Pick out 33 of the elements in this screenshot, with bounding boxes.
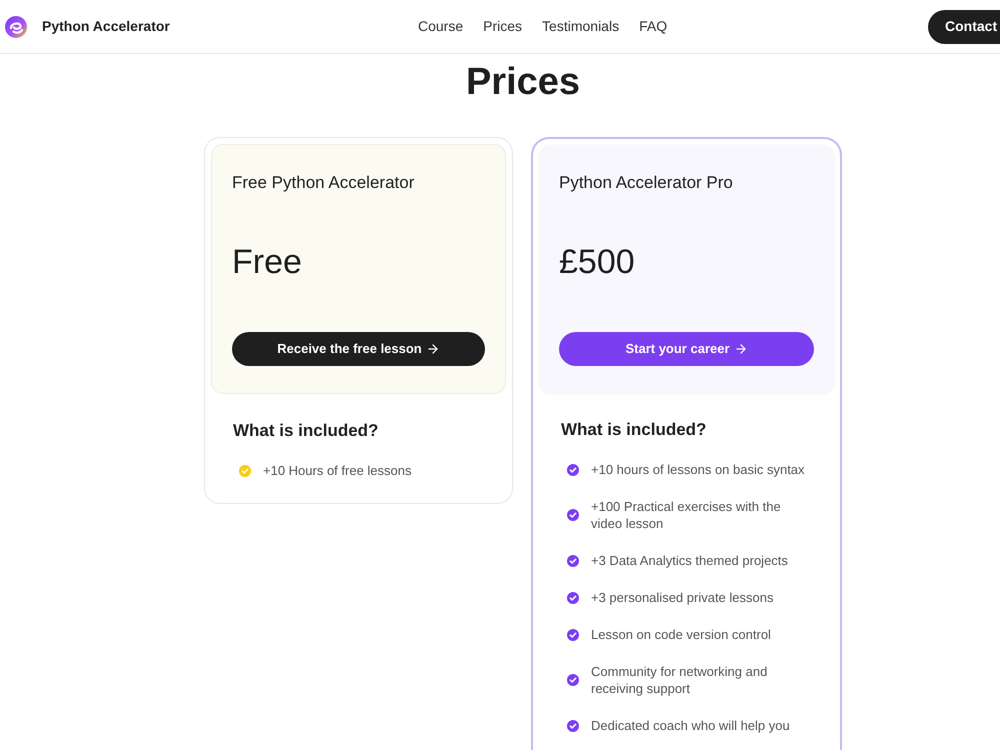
- included-heading: What is included?: [233, 420, 380, 442]
- feature-text: +10 Hours of free lessons: [263, 462, 412, 479]
- feature-text: +100 Practical exercises with the video lesson: [591, 498, 782, 532]
- nav-link[interactable]: Course: [418, 16, 464, 37]
- feature-text: Lesson on code version control: [591, 626, 772, 643]
- nav-link[interactable]: Prices: [483, 16, 522, 37]
- check-circle-icon: [567, 464, 579, 476]
- section-heading: Prices: [464, 60, 582, 104]
- check-circle-icon: [567, 592, 579, 604]
- check-circle-icon: [239, 464, 251, 476]
- check-circle-icon: [567, 554, 579, 566]
- included-heading: What is included?: [561, 419, 708, 441]
- arrow-right-icon: [426, 342, 440, 356]
- feature-text: +3 Data Analytics themed projects: [591, 552, 789, 569]
- feature-text: +3 personalised private lessons: [591, 589, 774, 606]
- plan-name: Python Accelerator Pro: [559, 172, 734, 194]
- feature-text: Dedicated coach who will help you: [591, 717, 791, 734]
- plan-price: Free: [232, 242, 303, 282]
- plan-cta-button[interactable]: Start your career: [559, 332, 814, 366]
- brand-name[interactable]: Python Accelerator: [42, 16, 170, 37]
- feature-text: Community for networking and receiving support: [591, 663, 768, 697]
- nav-link[interactable]: FAQ: [639, 16, 668, 37]
- check-circle-icon: [567, 509, 579, 521]
- logo-icon: [5, 16, 27, 38]
- contact-button[interactable]: Contact: [928, 10, 1000, 44]
- plan-cta-button[interactable]: Receive the free lesson: [232, 332, 485, 366]
- plan-name: Free Python Accelerator: [232, 172, 416, 194]
- check-circle-icon: [567, 628, 579, 640]
- feature-text: +10 hours of lessons on basic syntax: [591, 461, 806, 478]
- check-circle-icon: [567, 674, 579, 686]
- nav-link[interactable]: Testimonials: [542, 16, 620, 37]
- check-circle-icon: [567, 720, 579, 732]
- plan-price: £500: [559, 242, 636, 282]
